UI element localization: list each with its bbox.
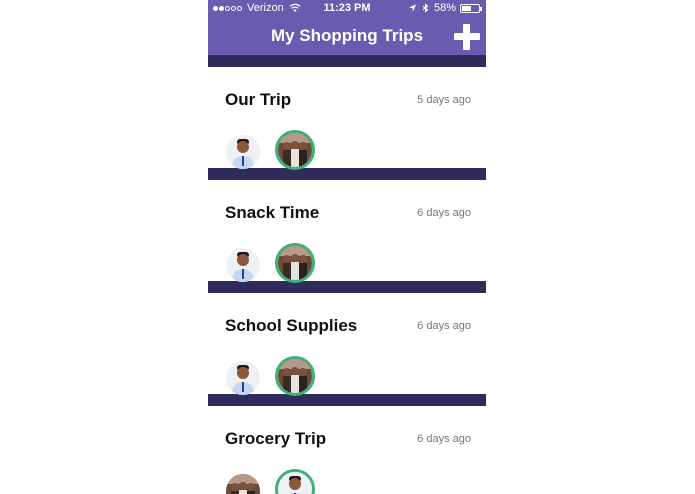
trip-list: Our Trip 5 days ago Snack Time 6 days ag… [208,55,486,494]
list-divider [208,55,486,67]
status-bar: Verizon 11:23 PM 58% [208,0,486,17]
avatar-person[interactable] [226,360,260,395]
trip-item-grocery-trip[interactable]: Grocery Trip 6 days ago [208,406,486,494]
trip-name: Our Trip [225,90,292,109]
battery-percent: 58% [433,2,456,14]
participant-avatars [226,243,330,283]
avatar-person[interactable] [226,247,260,282]
add-trip-button[interactable] [454,24,480,50]
phone-screen: Verizon 11:23 PM 58% My Shopping Trips O… [208,0,486,494]
trip-item-school-supplies[interactable]: School Supplies 6 days ago [208,293,486,396]
nav-bar: My Shopping Trips [208,17,486,55]
avatar-person[interactable] [275,469,315,494]
trip-time: 5 days ago [417,94,471,106]
trip-name: Grocery Trip [225,429,327,448]
bluetooth-icon [422,3,429,13]
avatar-person[interactable] [226,134,260,169]
trip-time: 6 days ago [417,207,471,219]
page-title: My Shopping Trips [270,26,424,45]
location-arrow-icon [408,4,417,12]
battery-icon [460,3,482,13]
participant-avatars [226,469,330,494]
trip-name: Snack Time [225,203,320,222]
avatar-group[interactable] [275,243,315,283]
trip-name: School Supplies [225,316,358,335]
avatar-group[interactable] [275,356,315,396]
avatar-group[interactable] [275,130,315,170]
trip-item-snack-time[interactable]: Snack Time 6 days ago [208,180,486,283]
status-right: 58% [408,2,482,14]
avatar-group[interactable] [226,473,260,494]
trip-time: 6 days ago [417,320,471,332]
participant-avatars [226,356,330,396]
trip-item-our-trip[interactable]: Our Trip 5 days ago [208,67,486,170]
participant-avatars [226,130,330,170]
trip-time: 6 days ago [417,433,471,445]
